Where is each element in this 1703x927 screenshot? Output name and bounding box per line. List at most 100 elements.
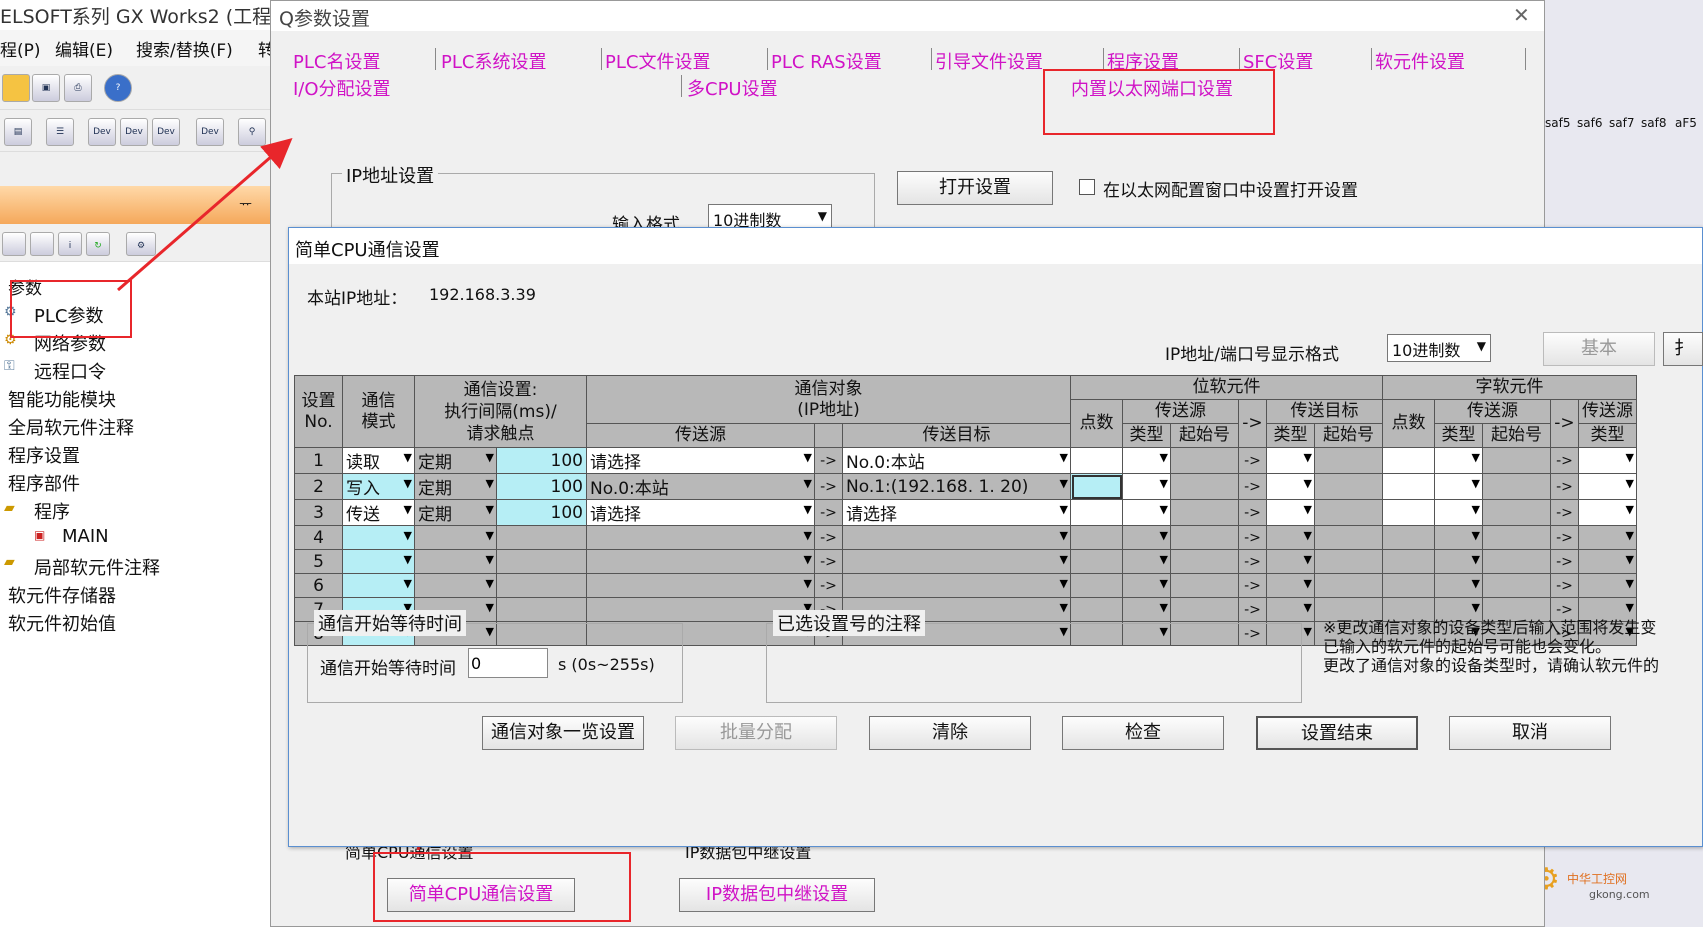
row-interval-input[interactable] — [496, 525, 587, 550]
row-source-select[interactable] — [586, 525, 815, 550]
row-bit-src-start[interactable] — [1170, 549, 1239, 574]
row-bit-src-type[interactable] — [1122, 549, 1171, 574]
row-word-dst-type[interactable] — [1578, 473, 1637, 500]
check-button[interactable]: 检查 — [1062, 716, 1224, 750]
row-word-dst-type[interactable] — [1578, 573, 1637, 598]
row-word-src-type[interactable] — [1434, 573, 1483, 598]
row-bit-src-start[interactable] — [1170, 473, 1239, 500]
row-word-points[interactable] — [1382, 473, 1435, 500]
row-word-src-start[interactable] — [1482, 525, 1551, 550]
row-bit-src-start[interactable] — [1170, 499, 1239, 526]
row-interval-input[interactable]: 100 — [496, 499, 587, 526]
row-source-select[interactable]: No.0:本站 — [586, 473, 815, 500]
row-word-src-start[interactable] — [1482, 499, 1551, 526]
wait-time-input[interactable] — [468, 648, 548, 678]
row-bit-src-type[interactable] — [1122, 447, 1171, 474]
row-word-points[interactable] — [1382, 499, 1435, 526]
row-mode-select[interactable] — [342, 525, 415, 550]
row-dest-select[interactable]: No.0:本站 — [842, 447, 1071, 474]
row-bit-src-start[interactable] — [1170, 573, 1239, 598]
display-format-select[interactable]: 10进制数 — [1387, 334, 1491, 362]
row-bit-dst-start[interactable] — [1314, 447, 1383, 474]
row-bit-dst-start[interactable] — [1314, 473, 1383, 500]
row-dest-select[interactable] — [842, 573, 1071, 598]
row-bit-dst-start[interactable] — [1314, 525, 1383, 550]
row-bit-dst-start[interactable] — [1314, 499, 1383, 526]
row-bit-points[interactable] — [1070, 473, 1123, 500]
row-dest-select[interactable]: 请选择 — [842, 499, 1071, 526]
row-source-select[interactable] — [586, 549, 815, 574]
row-bit-src-type[interactable] — [1122, 573, 1171, 598]
row-word-dst-type[interactable] — [1578, 447, 1637, 474]
batch-assign-button[interactable]: 批量分配 — [675, 716, 837, 750]
row-dest-select[interactable]: No.1:(192.168. 1. 20) — [842, 473, 1071, 500]
cancel-button[interactable]: 取消 — [1449, 716, 1611, 750]
row-word-src-type[interactable] — [1434, 473, 1483, 500]
row-interval-type-select[interactable]: 定期 — [414, 447, 497, 474]
row-mode-select[interactable]: 传送 — [342, 499, 415, 526]
comm-target-list-button[interactable]: 通信对象一览设置 — [482, 716, 644, 750]
row-bit-dst-type[interactable] — [1266, 525, 1315, 550]
row-dest-select[interactable] — [842, 549, 1071, 574]
row-word-src-start[interactable] — [1482, 573, 1551, 598]
clear-button[interactable]: 清除 — [869, 716, 1031, 750]
row-source-select[interactable]: 请选择 — [586, 499, 815, 526]
finish-settings-button[interactable]: 设置结束 — [1256, 716, 1418, 750]
row-bit-dst-type[interactable] — [1266, 447, 1315, 474]
row-word-points[interactable] — [1382, 447, 1435, 474]
row-interval-type-select[interactable] — [414, 525, 497, 550]
row-bit-src-type[interactable] — [1122, 597, 1171, 622]
row-word-points[interactable] — [1382, 525, 1435, 550]
row-mode-select[interactable]: 读取 — [342, 447, 415, 474]
row-bit-points[interactable] — [1070, 499, 1123, 526]
row-bit-points[interactable] — [1070, 597, 1123, 622]
row-mode-select[interactable] — [342, 549, 415, 574]
row-bit-points[interactable] — [1070, 549, 1123, 574]
row-mode-select[interactable]: 写入 — [342, 473, 415, 500]
row-source-select[interactable] — [586, 573, 815, 598]
row-interval-input[interactable]: 100 — [496, 473, 587, 500]
row-bit-dst-type[interactable] — [1266, 597, 1315, 622]
row-bit-dst-start[interactable] — [1314, 573, 1383, 598]
row-bit-dst-type[interactable] — [1266, 473, 1315, 500]
row-bit-points[interactable] — [1070, 573, 1123, 598]
row-interval-input[interactable] — [496, 597, 587, 622]
row-word-src-start[interactable] — [1482, 447, 1551, 474]
row-word-src-type[interactable] — [1434, 549, 1483, 574]
row-word-src-type[interactable] — [1434, 499, 1483, 526]
row-bit-dst-type[interactable] — [1266, 499, 1315, 526]
row-mode-select[interactable] — [342, 573, 415, 598]
row-interval-input[interactable] — [496, 549, 587, 574]
row-word-dst-type[interactable] — [1578, 549, 1637, 574]
row-bit-src-type[interactable] — [1122, 473, 1171, 500]
row-word-src-start[interactable] — [1482, 549, 1551, 574]
row-word-points[interactable] — [1382, 549, 1435, 574]
basic-button[interactable]: 基本 — [1543, 332, 1655, 366]
row-interval-type-select[interactable] — [414, 573, 497, 598]
row-bit-src-type[interactable] — [1122, 525, 1171, 550]
col-bit-points: 点数 — [1070, 399, 1123, 448]
extra-button[interactable]: 扌 — [1663, 332, 1703, 366]
row-bit-dst-start[interactable] — [1314, 549, 1383, 574]
row-bit-points[interactable] — [1070, 525, 1123, 550]
row-interval-input[interactable] — [496, 573, 587, 598]
row-bit-dst-type[interactable] — [1266, 549, 1315, 574]
row-word-src-type[interactable] — [1434, 447, 1483, 474]
row-interval-type-select[interactable]: 定期 — [414, 499, 497, 526]
row-bit-src-start[interactable] — [1170, 597, 1239, 622]
row-bit-src-type[interactable] — [1122, 499, 1171, 526]
row-source-select[interactable]: 请选择 — [586, 447, 815, 474]
row-word-points[interactable] — [1382, 573, 1435, 598]
row-word-src-type[interactable] — [1434, 525, 1483, 550]
row-interval-input[interactable]: 100 — [496, 447, 587, 474]
row-bit-src-start[interactable] — [1170, 525, 1239, 550]
row-bit-points[interactable] — [1070, 447, 1123, 474]
row-bit-src-start[interactable] — [1170, 447, 1239, 474]
row-word-dst-type[interactable] — [1578, 499, 1637, 526]
row-word-src-start[interactable] — [1482, 473, 1551, 500]
row-bit-dst-type[interactable] — [1266, 573, 1315, 598]
row-dest-select[interactable] — [842, 525, 1071, 550]
row-interval-type-select[interactable]: 定期 — [414, 473, 497, 500]
row-interval-type-select[interactable] — [414, 549, 497, 574]
row-word-dst-type[interactable] — [1578, 525, 1637, 550]
